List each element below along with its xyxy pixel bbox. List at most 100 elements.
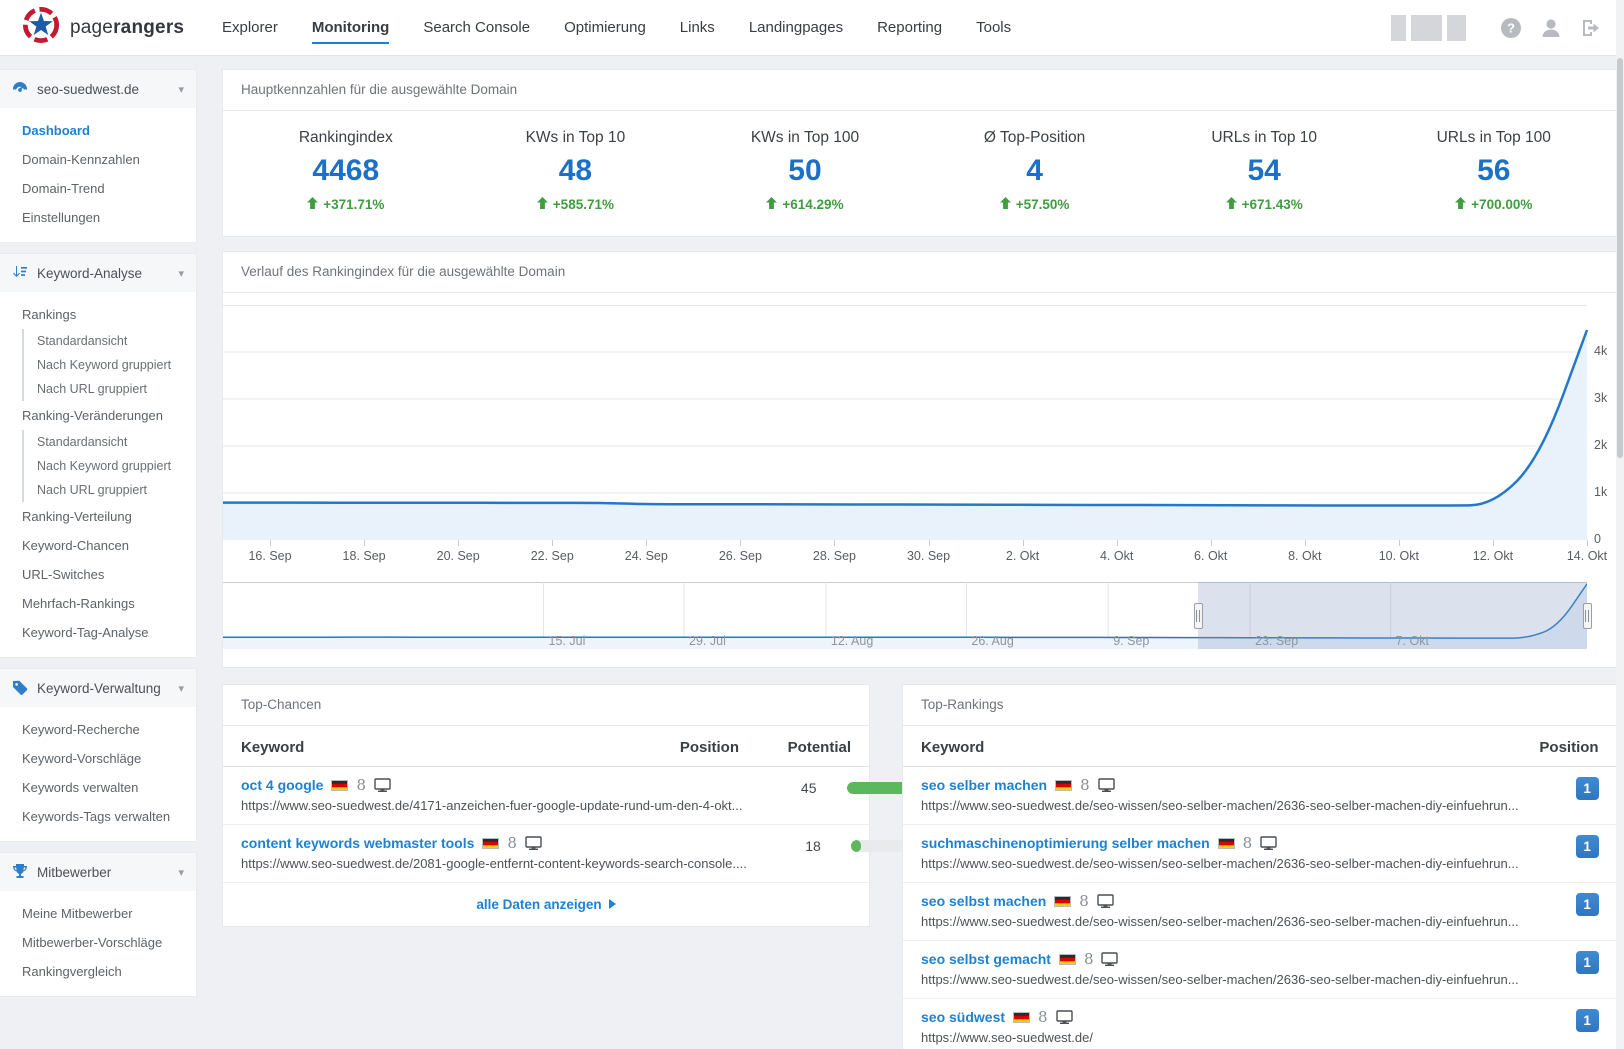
sidebar-item-url-switches[interactable]: URL-Switches <box>0 560 196 589</box>
user-icon[interactable] <box>1540 17 1562 39</box>
sidebar-item-rankingvergleich[interactable]: Rankingvergleich <box>0 957 196 986</box>
rankingindex-chart-plot: 4k3k2k1k0 <box>223 305 1617 540</box>
keyword-link[interactable]: seo südwest <box>921 1009 1005 1025</box>
x-axis-label: 24. Sep <box>625 549 668 563</box>
keyword-link[interactable]: content keywords webmaster tools <box>241 835 474 851</box>
x-axis-label: 6. Okt <box>1194 549 1227 563</box>
sidebar-item-dashboard[interactable]: Dashboard <box>0 116 196 145</box>
ranking-row: seo selbst machen8https://www.seo-suedwe… <box>903 883 1617 941</box>
sidebar-item-meine-mitbewerber[interactable]: Meine Mitbewerber <box>0 899 196 928</box>
sidebar-item-nach-url-gruppiert[interactable]: Nach URL gruppiert <box>22 377 196 401</box>
main-navigation: Explorer Monitoring Search Console Optimier… <box>222 0 1011 55</box>
sidebar-item-standardansicht[interactable]: Standardansicht <box>22 329 196 353</box>
sidebar-item-keyword-vorschläge[interactable]: Keyword-Vorschläge <box>0 744 196 773</box>
keyword-link[interactable]: seo selber machen <box>921 777 1047 793</box>
sidebar-item-ranking-verteilung[interactable]: Ranking-Verteilung <box>0 502 196 531</box>
navigator-handle-right[interactable] <box>1583 603 1592 629</box>
position-badge: 1 <box>1576 951 1599 974</box>
kpi-card-urls-in-top-100: URLs in Top 10056+700.00% <box>1379 129 1609 212</box>
keyword-link[interactable]: oct 4 google <box>241 777 323 793</box>
navigator-label: 23. Sep <box>1255 634 1298 648</box>
sidebar-section-header-keyword-verwaltung[interactable]: Keyword-Verwaltung▾ <box>0 669 196 707</box>
header-actions: ? <box>1391 15 1602 41</box>
sidebar-item-nach-keyword-gruppiert[interactable]: Nach Keyword gruppiert <box>22 353 196 377</box>
germany-flag-icon <box>1055 780 1072 791</box>
sidebar-item-keywords-verwalten[interactable]: Keywords verwalten <box>0 773 196 802</box>
desktop-icon <box>1101 952 1118 966</box>
sidebar-item-keyword-recherche[interactable]: Keyword-Recherche <box>0 715 196 744</box>
trophy-icon <box>12 863 28 882</box>
x-axis-tick <box>270 540 271 546</box>
navigator-handle-left[interactable] <box>1194 603 1203 629</box>
nav-item-links[interactable]: Links <box>680 0 715 55</box>
sidebar-item-mitbewerber-vorschläge[interactable]: Mitbewerber-Vorschläge <box>0 928 196 957</box>
sidebar-section-header-keyword-analyse[interactable]: Keyword-Analyse▾ <box>0 254 196 292</box>
page-scrollbar[interactable] <box>1616 0 1624 1049</box>
x-axis-tick <box>552 540 553 546</box>
sidebar-section-header-mitbewerber[interactable]: Mitbewerber▾ <box>0 853 196 891</box>
sidebar-item-rankings[interactable]: Rankings <box>0 300 196 329</box>
nav-item-search-console[interactable]: Search Console <box>423 0 530 55</box>
sidebar-item-nach-keyword-gruppiert[interactable]: Nach Keyword gruppiert <box>22 454 196 478</box>
keyword-url: https://www.seo-suedwest.de/ <box>921 1030 1519 1045</box>
sidebar-section-title: Mitbewerber <box>37 865 111 880</box>
scrollbar-thumb[interactable] <box>1617 58 1623 458</box>
position-value: 18 <box>747 835 821 854</box>
help-icon[interactable]: ? <box>1500 17 1522 39</box>
x-axis-tick <box>1587 540 1588 546</box>
top-rankings-rows: seo selber machen 8 https://www.seo-suedwe… <box>903 767 1617 1049</box>
chevron-down-icon: ▾ <box>178 83 184 96</box>
chance-row: oct 4 google8https://www.seo-suedwest.de… <box>223 767 869 825</box>
x-axis-label: 12. Okt <box>1473 549 1513 563</box>
x-axis-label: 20. Sep <box>437 549 480 563</box>
kpi-value: 56 <box>1379 154 1609 188</box>
sidebar-item-standardansicht[interactable]: Standardansicht <box>22 430 196 454</box>
x-axis-tick <box>1493 540 1494 546</box>
sidebar-item-domain-trend[interactable]: Domain-Trend <box>0 174 196 203</box>
nav-item-explorer[interactable]: Explorer <box>222 0 278 55</box>
sidebar-section-header-seo-suedwest-de[interactable]: seo-suedwest.de▾ <box>0 70 196 108</box>
chart-navigator[interactable]: 15. Jul29. Jul12. Aug26. Aug9. Sep23. Se… <box>223 582 1617 649</box>
kpi-value: 4 <box>920 154 1150 188</box>
logout-icon[interactable] <box>1580 17 1602 39</box>
svg-text:?: ? <box>1507 20 1515 35</box>
keyword-link[interactable]: suchmaschinenoptimierung selber machen <box>921 835 1210 851</box>
sidebar-item-ranking-veränderungen[interactable]: Ranking-Veränderungen <box>0 401 196 430</box>
x-axis-tick <box>834 540 835 546</box>
sidebar-item-mehrfach-rankings[interactable]: Mehrfach-Rankings <box>0 589 196 618</box>
sidebar-item-einstellungen[interactable]: Einstellungen <box>0 203 196 232</box>
nav-item-reporting[interactable]: Reporting <box>877 0 942 55</box>
google-icon: 8 <box>1079 894 1089 909</box>
sidebar-item-keyword-chancen[interactable]: Keyword-Chancen <box>0 531 196 560</box>
show-all-data-link[interactable]: alle Daten anzeigen <box>223 883 869 926</box>
sidebar-item-keyword-tag-analyse[interactable]: Keyword-Tag-Analyse <box>0 618 196 647</box>
nav-item-monitoring[interactable]: Monitoring <box>312 0 389 55</box>
top-chancen-title: Top-Chancen <box>223 685 869 726</box>
kpi-label: Rankingindex <box>231 129 461 147</box>
sidebar-section-mitbewerber: Mitbewerber▾Meine MitbewerberMitbewerber… <box>0 852 197 997</box>
sidebar-item-keywords-tags-verwalten[interactable]: Keywords-Tags verwalten <box>0 802 196 831</box>
sidebar-item-domain-kennzahlen[interactable]: Domain-Kennzahlen <box>0 145 196 174</box>
keyword-link[interactable]: seo selbst gemacht <box>921 951 1051 967</box>
nav-item-landingpages[interactable]: Landingpages <box>749 0 843 55</box>
keyword-link[interactable]: seo selbst machen <box>921 893 1046 909</box>
kpi-change: +57.50% <box>920 197 1150 212</box>
ranking-row: seo südwest8https://www.seo-suedwest.de/… <box>903 999 1617 1049</box>
top-chancen-rows: oct 4 google8https://www.seo-suedwest.de… <box>223 767 869 883</box>
kpi-change: +700.00% <box>1379 197 1609 212</box>
top-rankings-header: Keyword Position <box>903 726 1617 767</box>
sidebar-item-nach-url-gruppiert[interactable]: Nach URL gruppiert <box>22 478 196 502</box>
x-axis-tick <box>458 540 459 546</box>
x-axis-label: 4. Okt <box>1100 549 1133 563</box>
nav-item-optimierung[interactable]: Optimierung <box>564 0 646 55</box>
kpi-value: 50 <box>690 154 920 188</box>
kpi-card-top-position: Ø Top-Position4+57.50% <box>920 129 1150 212</box>
nav-item-tools[interactable]: Tools <box>976 0 1011 55</box>
top-rankings-title: Top-Rankings <box>903 685 1617 726</box>
x-axis-tick <box>929 540 930 546</box>
tag-icon <box>12 679 28 698</box>
kpi-card-kws-in-top-100: KWs in Top 10050+614.29% <box>690 129 920 212</box>
keyword-url: https://www.seo-suedwest.de/2081-google-… <box>241 856 747 871</box>
brand-logo[interactable]: pagerangers <box>22 6 222 49</box>
column-potential: Potential <box>739 739 851 756</box>
